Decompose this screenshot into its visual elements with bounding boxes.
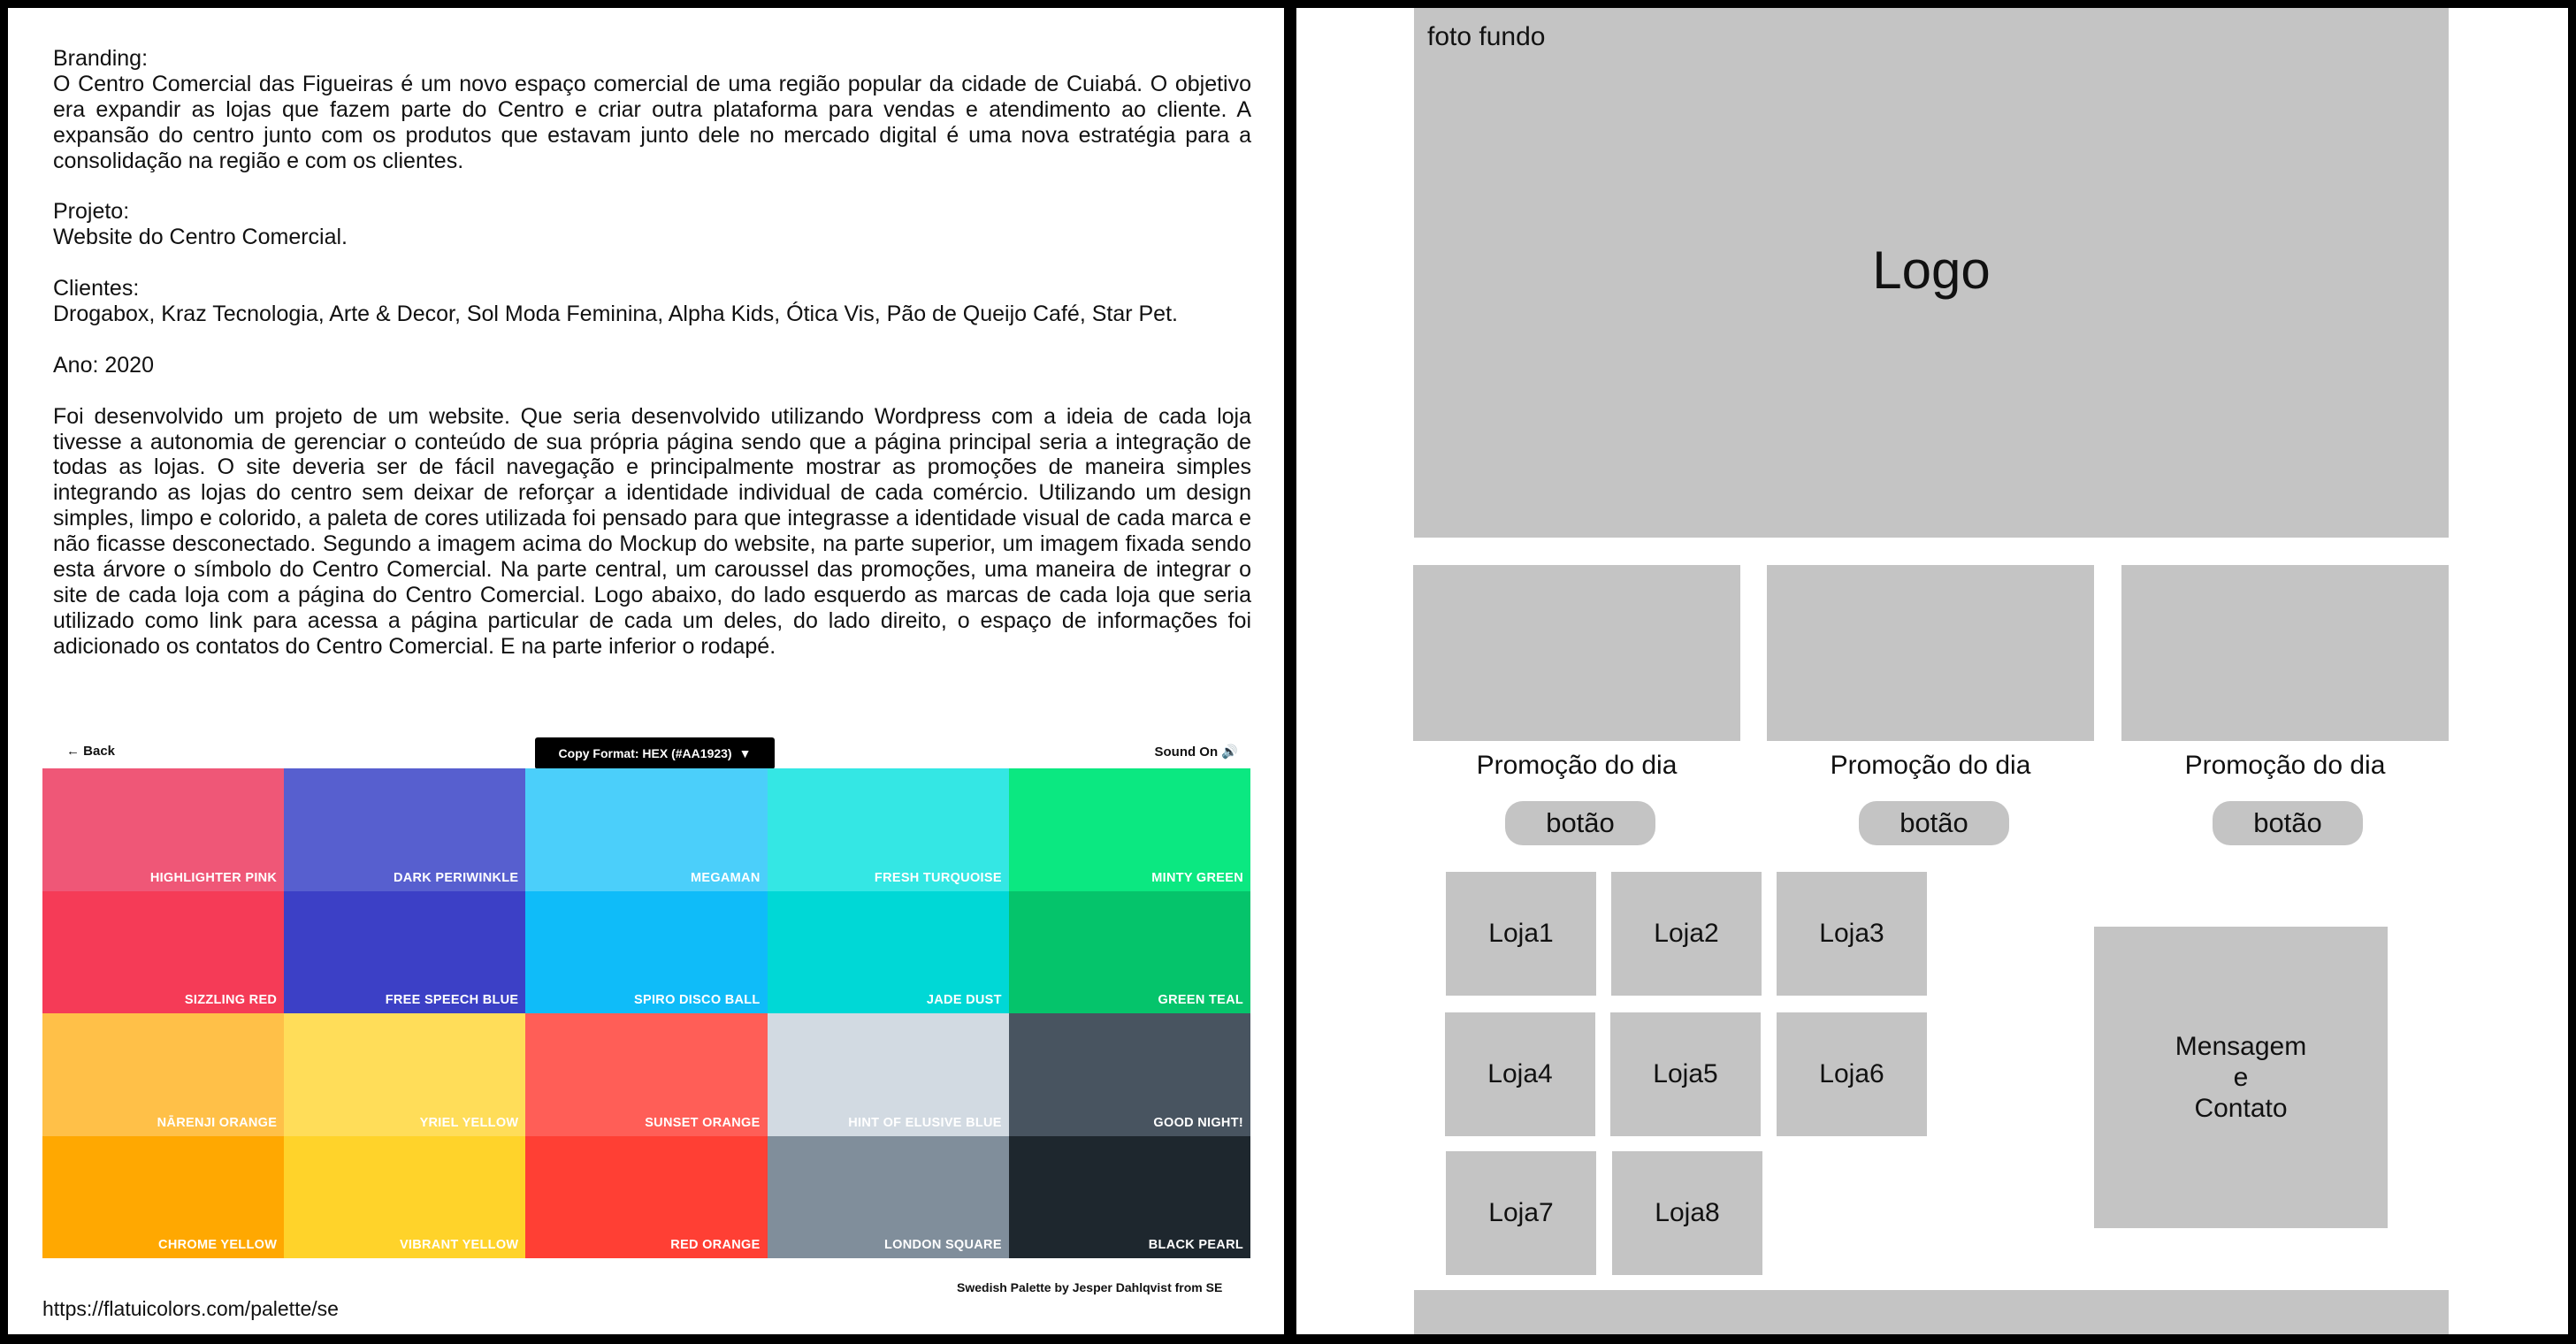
color-swatch[interactable]: RED ORANGE <box>525 1135 768 1258</box>
color-swatch-name: LONDON SQUARE <box>884 1238 1002 1252</box>
color-swatch[interactable]: SUNSET ORANGE <box>525 1013 768 1136</box>
store-tile-8[interactable]: Loja8 <box>1612 1151 1762 1275</box>
contact-box[interactable]: Mensagem e Contato <box>2094 927 2388 1228</box>
project-description-text: Branding: O Centro Comercial das Figueir… <box>53 46 1251 685</box>
color-swatch-name: DARK PERIWINKLE <box>393 870 519 885</box>
color-swatch-name: NĀRENJI ORANGE <box>157 1115 278 1130</box>
color-swatch[interactable]: GOOD NIGHT! <box>1008 1013 1250 1136</box>
contact-line-3: Contato <box>2194 1094 2288 1123</box>
palette-credit: Swedish Palette by Jesper Dahlqvist from… <box>957 1280 1223 1294</box>
color-swatch[interactable]: GREEN TEAL <box>1008 890 1250 1013</box>
website-wireframe-panel: foto fundo Logo Promoção do dia Promoção… <box>1296 8 2568 1334</box>
sound-toggle[interactable]: Sound On 🔊 <box>1154 744 1238 760</box>
branding-text: O Centro Comercial das Figueiras é um no… <box>53 71 1251 173</box>
chevron-down-icon: ▼ <box>738 746 752 760</box>
color-swatch-name: VIBRANT YELLOW <box>399 1238 519 1252</box>
color-swatch-name: JADE DUST <box>926 993 1002 1007</box>
color-swatch[interactable]: HIGHLIGHTER PINK <box>42 768 285 891</box>
color-swatch[interactable]: SIZZLING RED <box>42 890 285 1013</box>
color-swatch-name: GOOD NIGHT! <box>1153 1115 1243 1130</box>
logo-placeholder: Logo <box>1872 241 1991 300</box>
promotion-button-3[interactable]: botão <box>2213 801 2363 845</box>
color-swatch[interactable]: MEGAMAN <box>525 768 768 891</box>
color-swatch[interactable]: NĀRENJI ORANGE <box>42 1013 285 1136</box>
contact-text: Mensagem e Contato <box>2175 1031 2306 1124</box>
color-swatch-name: YRIEL YELLOW <box>419 1115 519 1130</box>
promotion-button-2[interactable]: botão <box>1859 801 2009 845</box>
color-swatch-name: RED ORANGE <box>670 1238 761 1252</box>
store-tile-7[interactable]: Loja7 <box>1446 1151 1596 1275</box>
store-tile-6[interactable]: Loja6 <box>1777 1012 1927 1136</box>
color-swatch-name: MEGAMAN <box>690 870 761 885</box>
projeto-label: Projeto: <box>53 199 130 225</box>
color-swatch-grid: HIGHLIGHTER PINK DARK PERIWINKLE MEGAMAN FR… <box>42 768 1250 1258</box>
hero-label: foto fundo <box>1427 22 1546 51</box>
color-swatch-name: HINT OF ELUSIVE BLUE <box>848 1115 1002 1130</box>
color-swatch-name: FREE SPEECH BLUE <box>385 993 519 1007</box>
store-tile-5[interactable]: Loja5 <box>1610 1012 1761 1136</box>
year-text: Ano: 2020 <box>53 352 154 378</box>
color-swatch-name: SPIRO DISCO BALL <box>634 993 761 1007</box>
projeto-text: Website do Centro Comercial. <box>53 225 348 250</box>
color-swatch[interactable]: LONDON SQUARE <box>767 1135 1009 1258</box>
copy-format-label: Copy Format: HEX (#AA1923) <box>558 746 732 760</box>
color-swatch[interactable]: HINT OF ELUSIVE BLUE <box>767 1013 1009 1136</box>
clientes-label: Clientes: <box>53 276 140 302</box>
color-swatch[interactable]: CHROME YELLOW <box>42 1135 285 1258</box>
color-swatch[interactable]: VIBRANT YELLOW <box>284 1135 526 1258</box>
speaker-icon: 🔊 <box>1221 745 1238 760</box>
copy-format-dropdown[interactable]: Copy Format: HEX (#AA1923) ▼ <box>535 737 775 769</box>
promotion-button-1[interactable]: botão <box>1505 801 1655 845</box>
promotion-image-1 <box>1413 565 1740 741</box>
store-tile-4[interactable]: Loja4 <box>1445 1012 1595 1136</box>
color-swatch[interactable]: FRESH TURQUOISE <box>767 768 1009 891</box>
footer-placeholder <box>1414 1290 2449 1334</box>
hero-image-placeholder: foto fundo Logo <box>1414 8 2449 538</box>
promotion-image-2 <box>1767 565 2094 741</box>
project-description-panel: Branding: O Centro Comercial das Figueir… <box>8 8 1284 1334</box>
color-swatch[interactable]: FREE SPEECH BLUE <box>284 890 526 1013</box>
clientes-text: Drogabox, Kraz Tecnologia, Arte & Decor,… <box>53 302 1178 327</box>
branding-label: Branding: <box>53 46 149 71</box>
color-swatch-name: GREEN TEAL <box>1158 993 1243 1007</box>
color-swatch[interactable]: BLACK PEARL <box>1008 1135 1250 1258</box>
color-swatch-name: SUNSET ORANGE <box>645 1115 761 1130</box>
back-link[interactable]: ← Back <box>66 744 115 759</box>
source-url: https://flatuicolors.com/palette/se <box>42 1297 339 1320</box>
promotion-label-1: Promoção do dia <box>1476 751 1678 780</box>
store-tile-1[interactable]: Loja1 <box>1446 872 1596 996</box>
promotion-image-3 <box>2121 565 2449 741</box>
color-swatch[interactable]: DARK PERIWINKLE <box>284 768 526 891</box>
promotion-label-3: Promoção do dia <box>2184 751 2386 780</box>
sound-toggle-label: Sound On <box>1154 745 1219 760</box>
color-swatch[interactable]: JADE DUST <box>767 890 1009 1013</box>
color-swatch-name: SIZZLING RED <box>184 993 278 1007</box>
color-swatch-name: BLACK PEARL <box>1148 1238 1243 1252</box>
color-swatch-name: CHROME YELLOW <box>158 1238 278 1252</box>
color-swatch[interactable]: SPIRO DISCO BALL <box>525 890 768 1013</box>
store-tile-2[interactable]: Loja2 <box>1611 872 1762 996</box>
color-swatch-name: MINTY GREEN <box>1151 870 1243 885</box>
color-swatch-name: FRESH TURQUOISE <box>874 870 1002 885</box>
color-swatch-name: HIGHLIGHTER PINK <box>149 870 278 885</box>
contact-line-1: Mensagem <box>2175 1032 2307 1061</box>
contact-line-2: e <box>2233 1063 2249 1092</box>
store-tile-3[interactable]: Loja3 <box>1777 872 1927 996</box>
color-swatch[interactable]: MINTY GREEN <box>1008 768 1250 891</box>
project-body-text: Foi desenvolvido um projeto de um websit… <box>53 403 1251 659</box>
color-swatch[interactable]: YRIEL YELLOW <box>284 1013 526 1136</box>
promotion-label-2: Promoção do dia <box>1830 751 2031 780</box>
